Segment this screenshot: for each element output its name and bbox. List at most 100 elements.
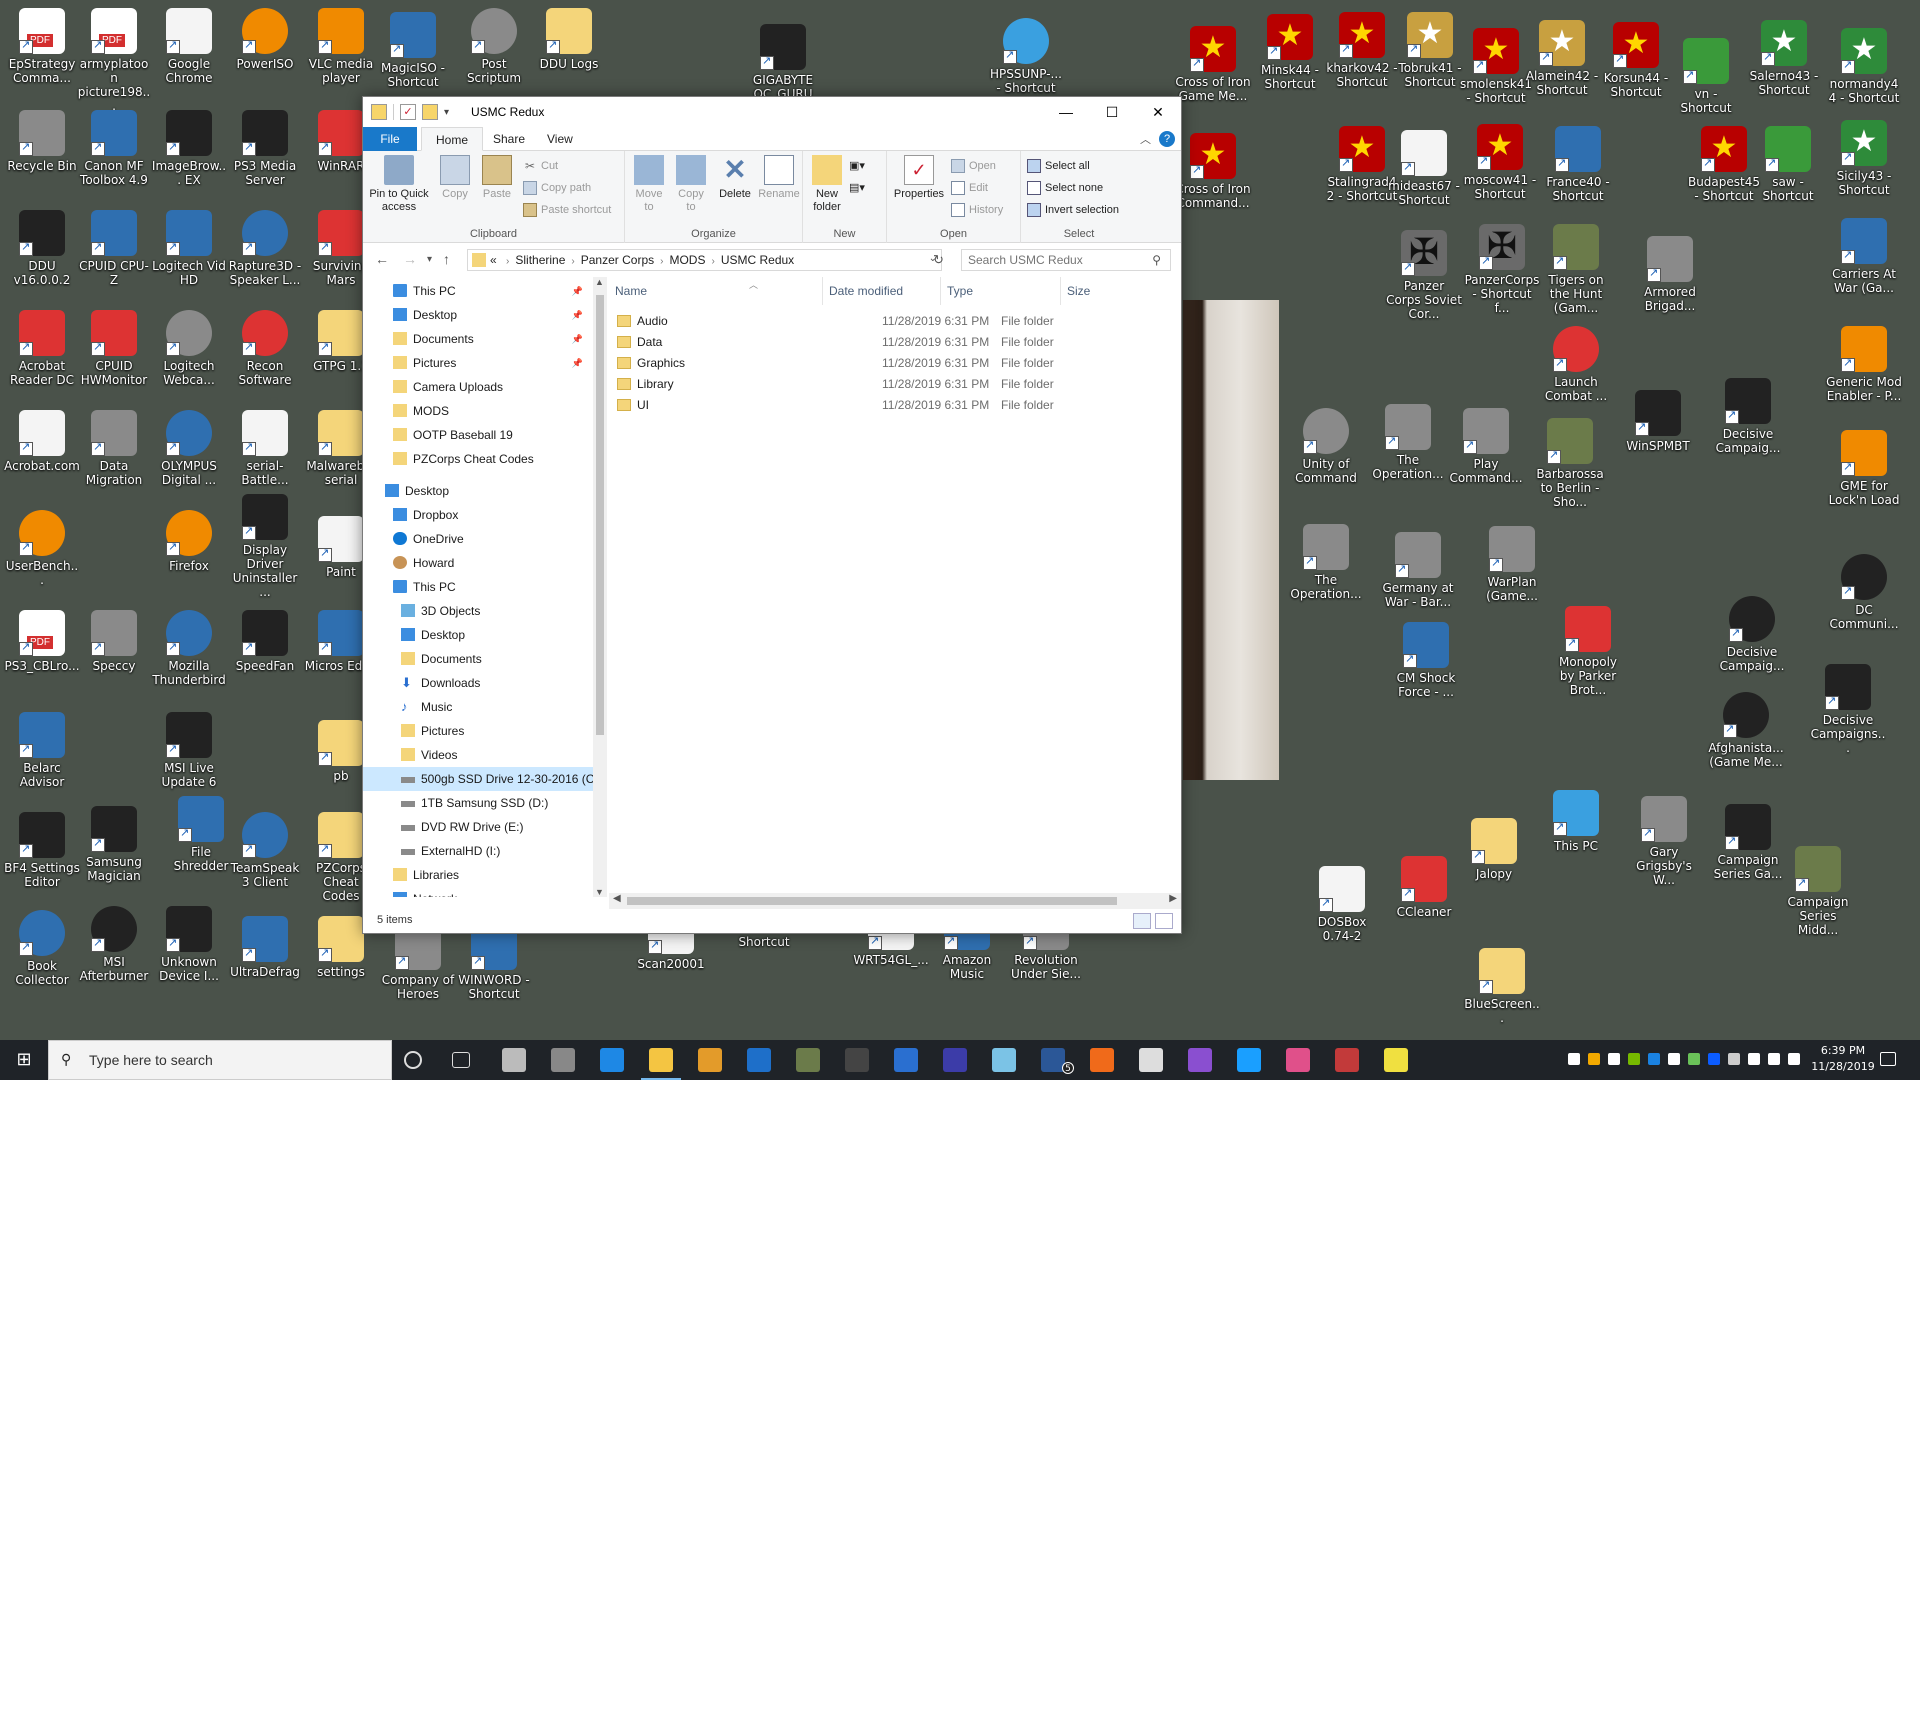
large-icons-view-icon[interactable]: [1155, 913, 1173, 929]
cortana-icon[interactable]: [404, 1051, 422, 1069]
minimize-button[interactable]: —: [1043, 97, 1089, 127]
scroll-right-icon[interactable]: ▶: [1169, 893, 1177, 904]
desktop-icon[interactable]: CM Shock Force - ...: [1388, 622, 1464, 699]
desktop-icon[interactable]: Recycle Bin: [4, 110, 80, 173]
desktop-icon[interactable]: Firefox: [151, 510, 227, 573]
desktop-icon[interactable]: WarPlan (Game...: [1474, 526, 1550, 603]
select-none-button[interactable]: Select none: [1025, 179, 1103, 197]
desktop-icon[interactable]: Company of Heroes: [380, 924, 456, 1001]
desktop-icon[interactable]: kharkov42 - Shortcut: [1324, 12, 1400, 89]
tray-icon[interactable]: [1628, 1053, 1640, 1065]
pin-quick-access-button[interactable]: Pin to Quick access: [367, 155, 431, 214]
nav-item[interactable]: Documents: [363, 647, 593, 671]
column-header-date[interactable]: Date modified: [823, 277, 941, 305]
taskbar-app-icon[interactable]: [747, 1048, 771, 1072]
help-icon[interactable]: ?: [1159, 131, 1175, 147]
tab-file[interactable]: File: [363, 127, 417, 151]
properties-button[interactable]: ✓ Properties: [891, 155, 947, 201]
desktop-icon[interactable]: armyplatoon picture198...: [76, 8, 152, 113]
desktop-icon[interactable]: BF4 Settings Editor: [4, 812, 80, 889]
desktop-icon[interactable]: Carriers At War (Ga...: [1826, 218, 1902, 295]
nav-item[interactable]: Camera Uploads: [363, 375, 593, 399]
desktop-icon[interactable]: Decisive Campaigns...: [1810, 664, 1886, 755]
desktop-icon[interactable]: Mozilla Thunderbird: [151, 610, 227, 687]
clock-time[interactable]: 6:39 PM: [1808, 1044, 1878, 1057]
breadcrumb-item[interactable]: Slitherine: [515, 253, 565, 267]
horizontal-scrollbar[interactable]: ◀ ▶: [609, 893, 1181, 909]
file-row[interactable]: Graphics 11/28/2019 6:31 PM File folder: [609, 353, 1169, 374]
column-header-type[interactable]: Type: [941, 277, 1061, 305]
tray-icon[interactable]: [1768, 1053, 1780, 1065]
desktop-icon[interactable]: Data Migration: [76, 410, 152, 487]
desktop-icon[interactable]: Unity of Command: [1288, 408, 1364, 485]
desktop-icon[interactable]: Generic Mod Enabler - P...: [1826, 326, 1902, 403]
tray-icon[interactable]: [1568, 1053, 1580, 1065]
desktop-icon[interactable]: The Operation...: [1288, 524, 1364, 601]
forward-arrow-icon[interactable]: →: [403, 251, 417, 267]
taskbar-app-icon[interactable]: [796, 1048, 820, 1072]
customize-toolbar-icon[interactable]: ▾: [444, 107, 449, 118]
desktop-icon[interactable]: SpeedFan: [227, 610, 303, 673]
desktop-icon[interactable]: The Operation...: [1370, 404, 1446, 481]
chevron-right-icon[interactable]: ›: [660, 256, 663, 267]
taskbar-app-icon[interactable]: [1139, 1048, 1163, 1072]
nav-item[interactable]: DVD RW Drive (E:): [363, 815, 593, 839]
desktop-icon[interactable]: DDU Logs: [531, 8, 607, 71]
chevron-right-icon[interactable]: ›: [506, 256, 509, 267]
delete-button[interactable]: ✕ Delete: [715, 155, 755, 201]
desktop-icon[interactable]: UserBench...: [4, 510, 80, 587]
desktop-icon[interactable]: Germany at War - Bar...: [1380, 532, 1456, 609]
move-to-button[interactable]: Move to: [631, 155, 667, 214]
overflow-chevron[interactable]: «: [490, 253, 497, 267]
desktop-icon[interactable]: Canon MF Toolbox 4.9: [76, 110, 152, 187]
history-button[interactable]: History: [949, 201, 1003, 219]
desktop-icon[interactable]: ImageBrow... EX: [151, 110, 227, 187]
desktop-icon[interactable]: DOSBox 0.74-2: [1304, 866, 1380, 943]
pin-icon[interactable]: 📌: [572, 303, 583, 327]
desktop-icon[interactable]: Cross of Iron Game Me...: [1175, 26, 1251, 103]
rename-button[interactable]: Rename: [757, 155, 801, 201]
desktop-icon[interactable]: Campaign Series Midd...: [1780, 846, 1856, 937]
nav-item[interactable]: 500gb SSD Drive 12-30-2016 (C:): [363, 767, 593, 791]
desktop-icon[interactable]: GIGABYTE OC_GURU: [745, 24, 821, 101]
close-button[interactable]: ✕: [1135, 97, 1181, 127]
scroll-thumb[interactable]: [596, 295, 604, 735]
desktop-icon[interactable]: Afghanista... (Game Me...: [1708, 692, 1784, 769]
desktop-icon[interactable]: Logitech Vid HD: [151, 210, 227, 287]
invert-selection-button[interactable]: Invert selection: [1025, 201, 1119, 219]
desktop-icon[interactable]: Monopoly by Parker Brot...: [1550, 606, 1626, 697]
desktop-icon[interactable]: Salerno43 - Shortcut: [1746, 20, 1822, 97]
up-arrow-icon[interactable]: ↑: [443, 251, 450, 267]
taskbar-app-icon[interactable]: [1286, 1048, 1310, 1072]
desktop-icon[interactable]: PanzerCorps - Shortcut f...: [1464, 224, 1540, 315]
paste-button[interactable]: Paste: [477, 155, 517, 201]
chevron-right-icon[interactable]: ›: [571, 256, 574, 267]
maximize-button[interactable]: ☐: [1089, 97, 1135, 127]
chevron-right-icon[interactable]: ›: [711, 256, 714, 267]
desktop-icon[interactable]: WinSPMBT: [1620, 390, 1696, 453]
task-view-icon[interactable]: [452, 1052, 470, 1068]
desktop-icon[interactable]: Rapture3D - Speaker L...: [227, 210, 303, 287]
search-icon[interactable]: ⚲: [1152, 253, 1161, 267]
taskbar-app-icon[interactable]: [1090, 1048, 1114, 1072]
file-row[interactable]: Audio 11/28/2019 6:31 PM File folder: [609, 311, 1169, 332]
desktop-icon[interactable]: WINWORD - Shortcut: [456, 924, 532, 1001]
desktop-icon[interactable]: DDU v16.0.0.2: [4, 210, 80, 287]
easy-access-icon[interactable]: ▤▾: [849, 179, 865, 197]
desktop-icon[interactable]: Gary Grigsby's W...: [1626, 796, 1702, 887]
tab-share[interactable]: Share: [479, 127, 539, 151]
scroll-left-icon[interactable]: ◀: [613, 893, 621, 904]
desktop-icon[interactable]: Jalopy: [1456, 818, 1532, 881]
select-all-button[interactable]: Select all: [1025, 157, 1090, 175]
windows-start-icon[interactable]: ⊞: [0, 1040, 48, 1080]
nav-item[interactable]: 1TB Samsung SSD (D:): [363, 791, 593, 815]
desktop-icon[interactable]: VLC media player: [303, 8, 379, 85]
nav-item[interactable]: Libraries: [363, 863, 593, 887]
new-folder-icon[interactable]: [422, 104, 438, 120]
nav-item[interactable]: Network: [363, 887, 593, 897]
file-row[interactable]: UI 11/28/2019 6:31 PM File folder: [609, 395, 1169, 416]
copy-to-button[interactable]: Copy to: [673, 155, 709, 214]
nav-item[interactable]: Documents 📌: [363, 327, 593, 351]
tray-icon[interactable]: [1708, 1053, 1720, 1065]
nav-item[interactable]: This PC: [363, 575, 593, 599]
